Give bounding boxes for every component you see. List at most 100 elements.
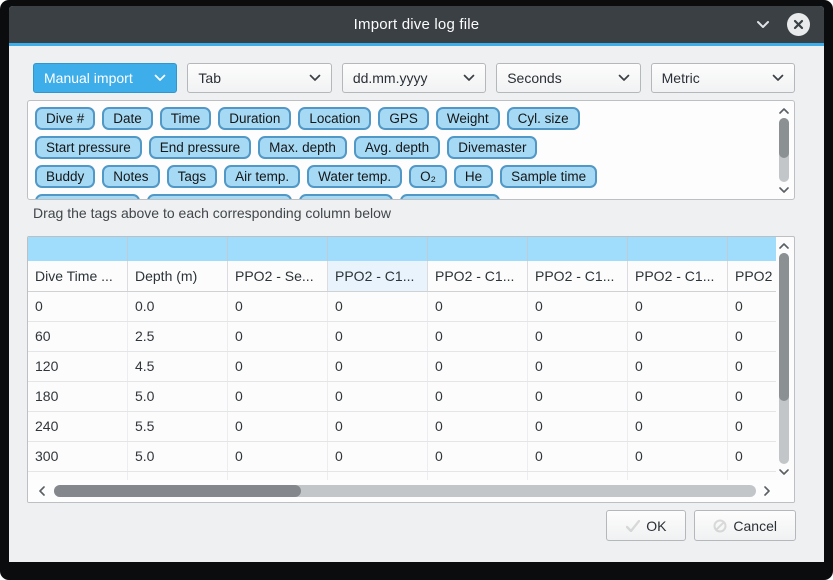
dialog-buttons: OK Cancel: [606, 510, 796, 541]
table-viewport: Dive Time ...Depth (m)PPO2 - Se...PPO2 -…: [28, 237, 776, 480]
draggable-tag[interactable]: Sample depth: [35, 194, 140, 199]
table-cell: [228, 472, 328, 480]
table-vertical-scrollbar[interactable]: [776, 237, 794, 480]
tags-vertical-scrollbar[interactable]: [776, 101, 792, 199]
table-cell: 0: [228, 442, 328, 471]
table-cell: 0: [228, 412, 328, 441]
drop-target-cell[interactable]: [428, 237, 528, 261]
table-cell: 5.5: [128, 412, 228, 441]
table-cell: 0: [628, 412, 728, 441]
drag-instruction: Drag the tags above to each correspondin…: [33, 205, 391, 221]
table-cell: 0: [328, 352, 428, 381]
close-button[interactable]: [787, 13, 810, 36]
chevron-down-icon: [309, 74, 321, 82]
drop-target-cell[interactable]: [228, 237, 328, 261]
drop-target-cell[interactable]: [28, 237, 128, 261]
draggable-tag[interactable]: He: [454, 165, 493, 188]
scroll-up-icon[interactable]: [777, 241, 791, 251]
titlebar-chevron-down-icon[interactable]: [755, 17, 771, 31]
table-cell: 0.0: [128, 292, 228, 321]
draggable-tag[interactable]: Divemaster: [447, 136, 537, 159]
table-cell: 4.5: [128, 352, 228, 381]
draggable-tag[interactable]: Avg. depth: [354, 136, 440, 159]
drop-target-cell[interactable]: [128, 237, 228, 261]
column-header: PPO2 - Se...: [228, 261, 328, 291]
cancel-button-label: Cancel: [733, 518, 777, 534]
chevron-down-icon: [772, 74, 784, 82]
scroll-down-icon[interactable]: [777, 466, 791, 476]
dropdown-duration-format[interactable]: Seconds: [496, 63, 640, 93]
draggable-tag[interactable]: Duration: [218, 107, 291, 130]
table-row: 1204.5000000: [28, 352, 776, 382]
table-cell: 180: [28, 382, 128, 411]
column-header: PPO2 - C1...: [428, 261, 528, 291]
drop-target-cell[interactable]: [628, 237, 728, 261]
column-header: Dive Time ...: [28, 261, 128, 291]
table-cell: 0: [328, 382, 428, 411]
draggable-tag[interactable]: Sample pO₂: [299, 194, 394, 199]
table-row: 602.5000000: [28, 322, 776, 352]
titlebar[interactable]: Import dive log file: [9, 6, 824, 43]
chevron-down-icon: [618, 74, 630, 82]
chevron-down-icon: [154, 74, 166, 82]
import-dive-log-dialog: Import dive log file Manual import Tab dd.…: [9, 6, 824, 562]
draggable-tag[interactable]: Weight: [436, 107, 500, 130]
dropdown-value: dd.mm.yyyy: [353, 70, 463, 86]
table-cell: 0: [428, 382, 528, 411]
draggable-tag[interactable]: Location: [298, 107, 371, 130]
table-horizontal-scrollbar[interactable]: [28, 480, 794, 502]
drop-target-cell[interactable]: [528, 237, 628, 261]
ok-button[interactable]: OK: [606, 510, 686, 541]
cancel-button[interactable]: Cancel: [694, 510, 796, 541]
draggable-tag[interactable]: Sample CNS: [400, 194, 500, 199]
column-header: PPO2 - C1...: [328, 261, 428, 291]
draggable-tag[interactable]: Cyl. size: [507, 107, 580, 130]
drop-target-cell[interactable]: [328, 237, 428, 261]
table-cell: 0: [228, 322, 328, 351]
draggable-tag[interactable]: Dive #: [35, 107, 95, 130]
table-cell: 0: [428, 352, 528, 381]
scrollbar-thumb[interactable]: [779, 118, 789, 158]
scrollbar-thumb[interactable]: [779, 253, 789, 401]
table-cell: [528, 472, 628, 480]
draggable-tag[interactable]: Start pressure: [35, 136, 142, 159]
table-cell: 0: [328, 322, 428, 351]
table-row: 3005.0000000: [28, 442, 776, 472]
draggable-tag[interactable]: Time: [160, 107, 212, 130]
draggable-tag[interactable]: O₂: [409, 165, 447, 188]
draggable-tag[interactable]: End pressure: [149, 136, 251, 159]
draggable-tag[interactable]: Tags: [167, 165, 218, 188]
draggable-tag[interactable]: Water temp.: [307, 165, 402, 188]
drop-target-cell[interactable]: [728, 237, 776, 261]
cancel-icon: [713, 519, 727, 533]
table-cell: 120: [28, 352, 128, 381]
scroll-left-icon[interactable]: [36, 485, 48, 497]
draggable-tag[interactable]: Sample time: [500, 165, 597, 188]
dropdown-import-mode[interactable]: Manual import: [33, 63, 177, 93]
scroll-down-icon[interactable]: [777, 184, 791, 194]
dropdown-field-separator[interactable]: Tab: [187, 63, 331, 93]
dropdown-value: Tab: [198, 70, 308, 86]
column-header: PPO2 - C1...: [528, 261, 628, 291]
draggable-tag[interactable]: Max. depth: [258, 136, 347, 159]
scroll-up-icon[interactable]: [777, 106, 791, 116]
draggable-tag[interactable]: Air temp.: [224, 165, 300, 188]
table-cell: 0: [628, 442, 728, 471]
table-cell: 0: [728, 352, 776, 381]
draggable-tag[interactable]: Sample temperature: [147, 194, 291, 199]
dropdown-units[interactable]: Metric: [651, 63, 795, 93]
dropdown-value: Seconds: [507, 70, 617, 86]
window-title: Import dive log file: [354, 16, 480, 33]
table-cell: 0: [528, 322, 628, 351]
draggable-tag[interactable]: Date: [102, 107, 153, 130]
scrollbar-thumb[interactable]: [54, 485, 301, 497]
dropdown-value: Manual import: [44, 70, 154, 86]
scroll-right-icon[interactable]: [760, 485, 772, 497]
draggable-tag[interactable]: GPS: [378, 107, 429, 130]
tag-row: Sample depth Sample temperature Sample pO₂…: [35, 194, 772, 199]
draggable-tag[interactable]: Notes: [102, 165, 159, 188]
table-cell: 0: [628, 382, 728, 411]
dropdown-date-format[interactable]: dd.mm.yyyy: [342, 63, 486, 93]
draggable-tag[interactable]: Buddy: [35, 165, 95, 188]
table-row: 1805.0000000: [28, 382, 776, 412]
